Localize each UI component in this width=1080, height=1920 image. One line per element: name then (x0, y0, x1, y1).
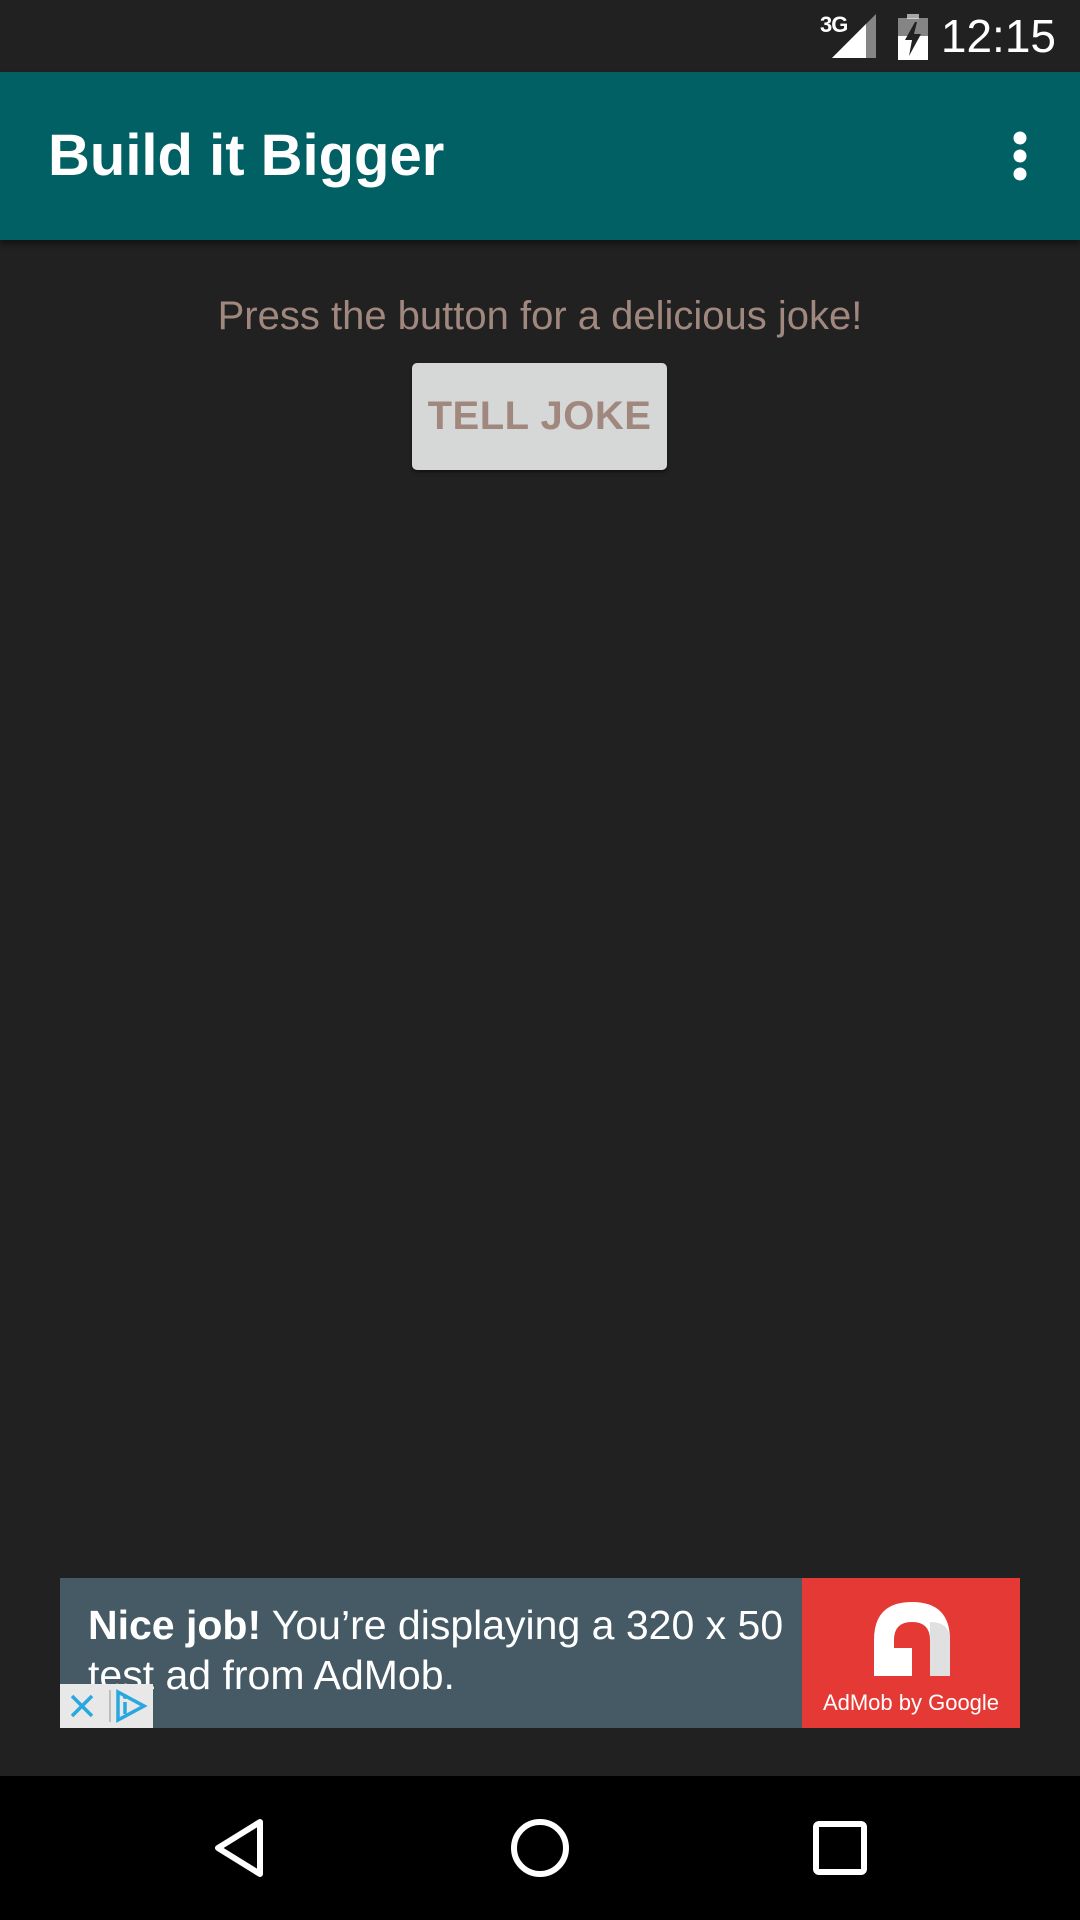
back-icon[interactable] (206, 1812, 278, 1884)
ad-banner[interactable]: Nice job! You’re displaying a 320 x 50 t… (60, 1578, 1020, 1728)
clock: 12:15 (940, 10, 1056, 62)
more-vert-icon[interactable] (990, 128, 1050, 188)
joke-prompt: Press the button for a delicious joke! (217, 294, 863, 338)
battery-charging-icon (898, 14, 928, 60)
ad-choices[interactable] (60, 1684, 153, 1728)
navigation-bar (0, 1776, 1080, 1920)
admob-logo: AdMob by Google (802, 1578, 1020, 1728)
tell-joke-button[interactable]: TELL JOKE (412, 363, 667, 470)
close-icon[interactable] (60, 1684, 104, 1728)
recents-icon[interactable] (804, 1812, 876, 1884)
admob-logo-icon (874, 1602, 950, 1676)
status-bar: 3G 12:15 (0, 0, 1080, 72)
ad-text: Nice job! You’re displaying a 320 x 50 t… (88, 1600, 808, 1700)
ad-choices-icon[interactable] (106, 1684, 152, 1728)
screen: 3G 12:15 Build it Bigger Press the butto… (0, 0, 1080, 1920)
signal-icon (832, 14, 876, 58)
ad-headline-bold: Nice job! (88, 1602, 262, 1648)
app-title: Build it Bigger (48, 123, 445, 188)
admob-logo-caption: AdMob by Google (822, 1690, 1000, 1715)
app-bar: Build it Bigger (0, 72, 1080, 240)
home-icon[interactable] (504, 1812, 576, 1884)
